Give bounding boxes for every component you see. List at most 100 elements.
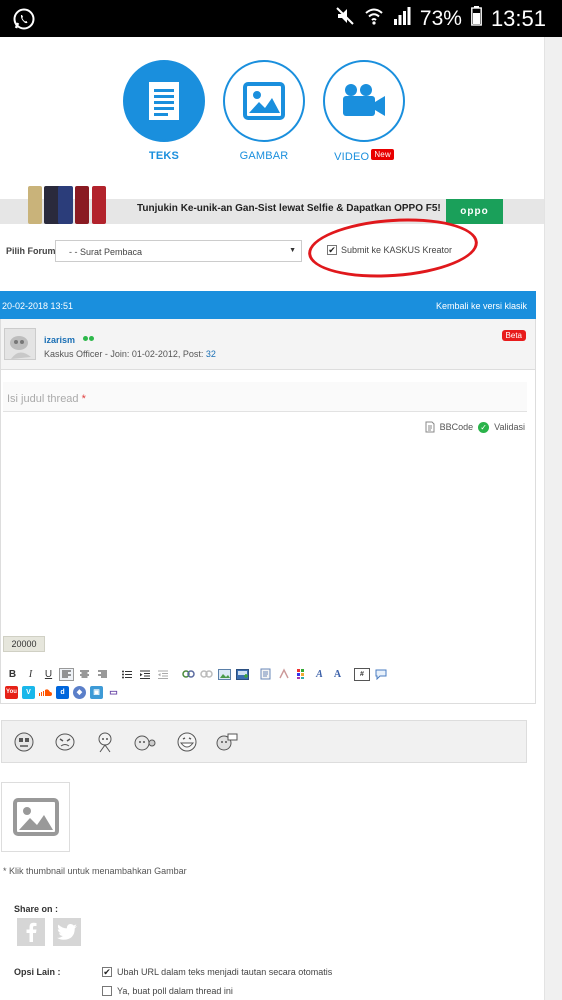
align-left-icon[interactable] (59, 667, 74, 681)
youtube-icon[interactable]: You (5, 685, 18, 699)
emoticon-icon[interactable] (175, 731, 199, 753)
mute-icon (335, 6, 355, 32)
option-poll[interactable]: Ya, buat poll dalam thread ini (102, 986, 233, 996)
document-icon (149, 82, 179, 120)
facebook-icon (26, 922, 37, 942)
editor-mode-row: BBCode ✓ Validasi (425, 421, 525, 433)
emoticon-icon[interactable] (93, 731, 117, 753)
new-badge: New (371, 149, 394, 160)
page-scroll-column (544, 37, 562, 1000)
bbcode-toggle[interactable]: BBCode (440, 422, 474, 432)
validate-button[interactable]: Validasi (494, 422, 525, 432)
add-image-thumbnail[interactable] (1, 782, 70, 852)
classic-version-link[interactable]: Kembali ke versi klasik (436, 301, 527, 311)
comment-icon[interactable] (373, 668, 388, 681)
font-icon[interactable]: A (312, 668, 327, 681)
emoticon-bar (1, 720, 527, 763)
bold-icon[interactable]: B (5, 668, 20, 681)
forum-select[interactable]: - - Surat Pembaca ▼ (55, 240, 302, 262)
italic-icon[interactable]: I (23, 668, 38, 681)
avatar[interactable] (4, 328, 36, 360)
emoticon-icon[interactable] (214, 731, 238, 753)
format-toolbar: B I U A A # (5, 667, 391, 681)
upload-image-icon[interactable] (235, 668, 250, 681)
media-toolbar: You V d ◆ ▣ ▭ (5, 685, 120, 699)
code-icon[interactable]: # (354, 667, 370, 681)
ad-phone-image (58, 186, 73, 224)
outdent-icon[interactable] (155, 668, 170, 681)
post-type-text-label[interactable]: TEKS (123, 150, 205, 162)
facebook-share-button[interactable] (17, 918, 45, 946)
poll-checkbox[interactable] (102, 986, 112, 996)
align-right-icon[interactable] (95, 668, 110, 681)
soundcloud-icon[interactable] (39, 685, 52, 699)
vine-icon[interactable]: ◆ (73, 685, 86, 699)
auto-url-label[interactable]: Ubah URL dalam teks menjadi tautan secar… (117, 967, 332, 977)
image-icon (243, 82, 285, 120)
user-info: izarism Kaskus Officer - Join: 01-02-201… (0, 319, 536, 370)
bbcode-icon[interactable] (425, 421, 435, 433)
wifi-icon (364, 6, 384, 32)
post-type-image-label[interactable]: GAMBAR (223, 150, 305, 162)
clock: 13:51 (490, 5, 546, 31)
forum-select-value: - - Surat Pembaca (69, 247, 143, 257)
auto-url-checkbox[interactable]: ✔ (102, 967, 112, 977)
font-size-icon[interactable]: A (330, 668, 345, 681)
ad-phone-image (92, 186, 106, 224)
beta-badge: Beta (501, 330, 526, 341)
check-circle-icon[interactable]: ✓ (478, 421, 490, 433)
post-type-video[interactable]: VIDEO New (323, 60, 405, 163)
post-type-text-circle[interactable] (123, 60, 205, 142)
thread-editor: Isi judul thread * BBCode ✓ Validasi 200… (0, 370, 536, 704)
align-center-icon[interactable] (77, 668, 92, 681)
vimeo-icon[interactable]: V (22, 685, 35, 699)
post-date: 20-02-2018 13:51 (2, 301, 74, 311)
underline-icon[interactable]: U (41, 668, 56, 681)
post-type-image[interactable]: GAMBAR (223, 60, 305, 162)
post-type-video-label[interactable]: VIDEO (334, 151, 369, 163)
battery-icon (471, 5, 482, 32)
emoticon-icon[interactable] (12, 731, 36, 753)
post-type-text[interactable]: TEKS (123, 60, 205, 162)
editor-header-bar: 20-02-2018 13:51 Kembali ke versi klasik (0, 291, 536, 319)
thumbnail-note: * Klik thumbnail untuk menambahkan Gamba… (3, 866, 187, 876)
unlink-icon[interactable] (199, 668, 214, 681)
user-post-count: 32 (205, 349, 216, 359)
imgur-icon[interactable]: ▣ (90, 685, 103, 699)
emoticon-icon[interactable] (132, 731, 156, 753)
emoticon-icon[interactable] (53, 731, 77, 753)
indent-icon[interactable] (137, 668, 152, 681)
ad-text: Tunjukin Ke-unik-an Gan-Sist lewat Selfi… (137, 203, 441, 214)
spoiler-icon[interactable] (276, 668, 291, 681)
color-icon[interactable] (294, 668, 309, 681)
option-auto-url[interactable]: ✔ Ubah URL dalam teks menjadi tautan sec… (102, 967, 332, 977)
post-type-image-circle[interactable] (223, 60, 305, 142)
whatsapp-icon (12, 7, 36, 36)
share-label: Share on : (14, 904, 59, 914)
username[interactable]: izarism (44, 335, 75, 345)
post-type-video-label-wrap[interactable]: VIDEO New (323, 149, 405, 163)
required-mark: * (81, 393, 86, 405)
twitter-share-button[interactable] (53, 918, 81, 946)
options-label: Opsi Lain : (14, 967, 61, 977)
char-counter: 20000 (3, 636, 45, 652)
user-meta: Kaskus Officer - Join: 01-02-2012, Post:… (44, 349, 216, 359)
insert-image-icon[interactable] (217, 668, 232, 681)
link-icon[interactable] (181, 668, 196, 681)
quote-icon[interactable] (258, 668, 273, 681)
image-placeholder-icon (12, 798, 59, 836)
forum-label: Pilih Forum (6, 246, 56, 256)
thread-title-placeholder-text: Isi judul thread (7, 393, 79, 405)
dailymotion-icon[interactable]: d (56, 685, 69, 699)
twitch-icon[interactable]: ▭ (107, 685, 120, 699)
ad-banner[interactable]: Tunjukin Ke-unik-an Gan-Sist lewat Selfi… (0, 186, 544, 224)
post-type-video-circle[interactable] (323, 60, 405, 142)
bullet-list-icon[interactable] (119, 668, 134, 681)
user-role-line: Kaskus Officer - Join: 01-02-2012, Post: (44, 349, 206, 359)
poll-label[interactable]: Ya, buat poll dalam thread ini (117, 986, 233, 996)
status-bar: 73% 13:51 (0, 0, 562, 37)
online-indicator (83, 336, 94, 341)
ad-phone-image (28, 186, 42, 224)
twitter-icon (57, 923, 77, 940)
thread-title-placeholder: Isi judul thread * (7, 393, 86, 405)
